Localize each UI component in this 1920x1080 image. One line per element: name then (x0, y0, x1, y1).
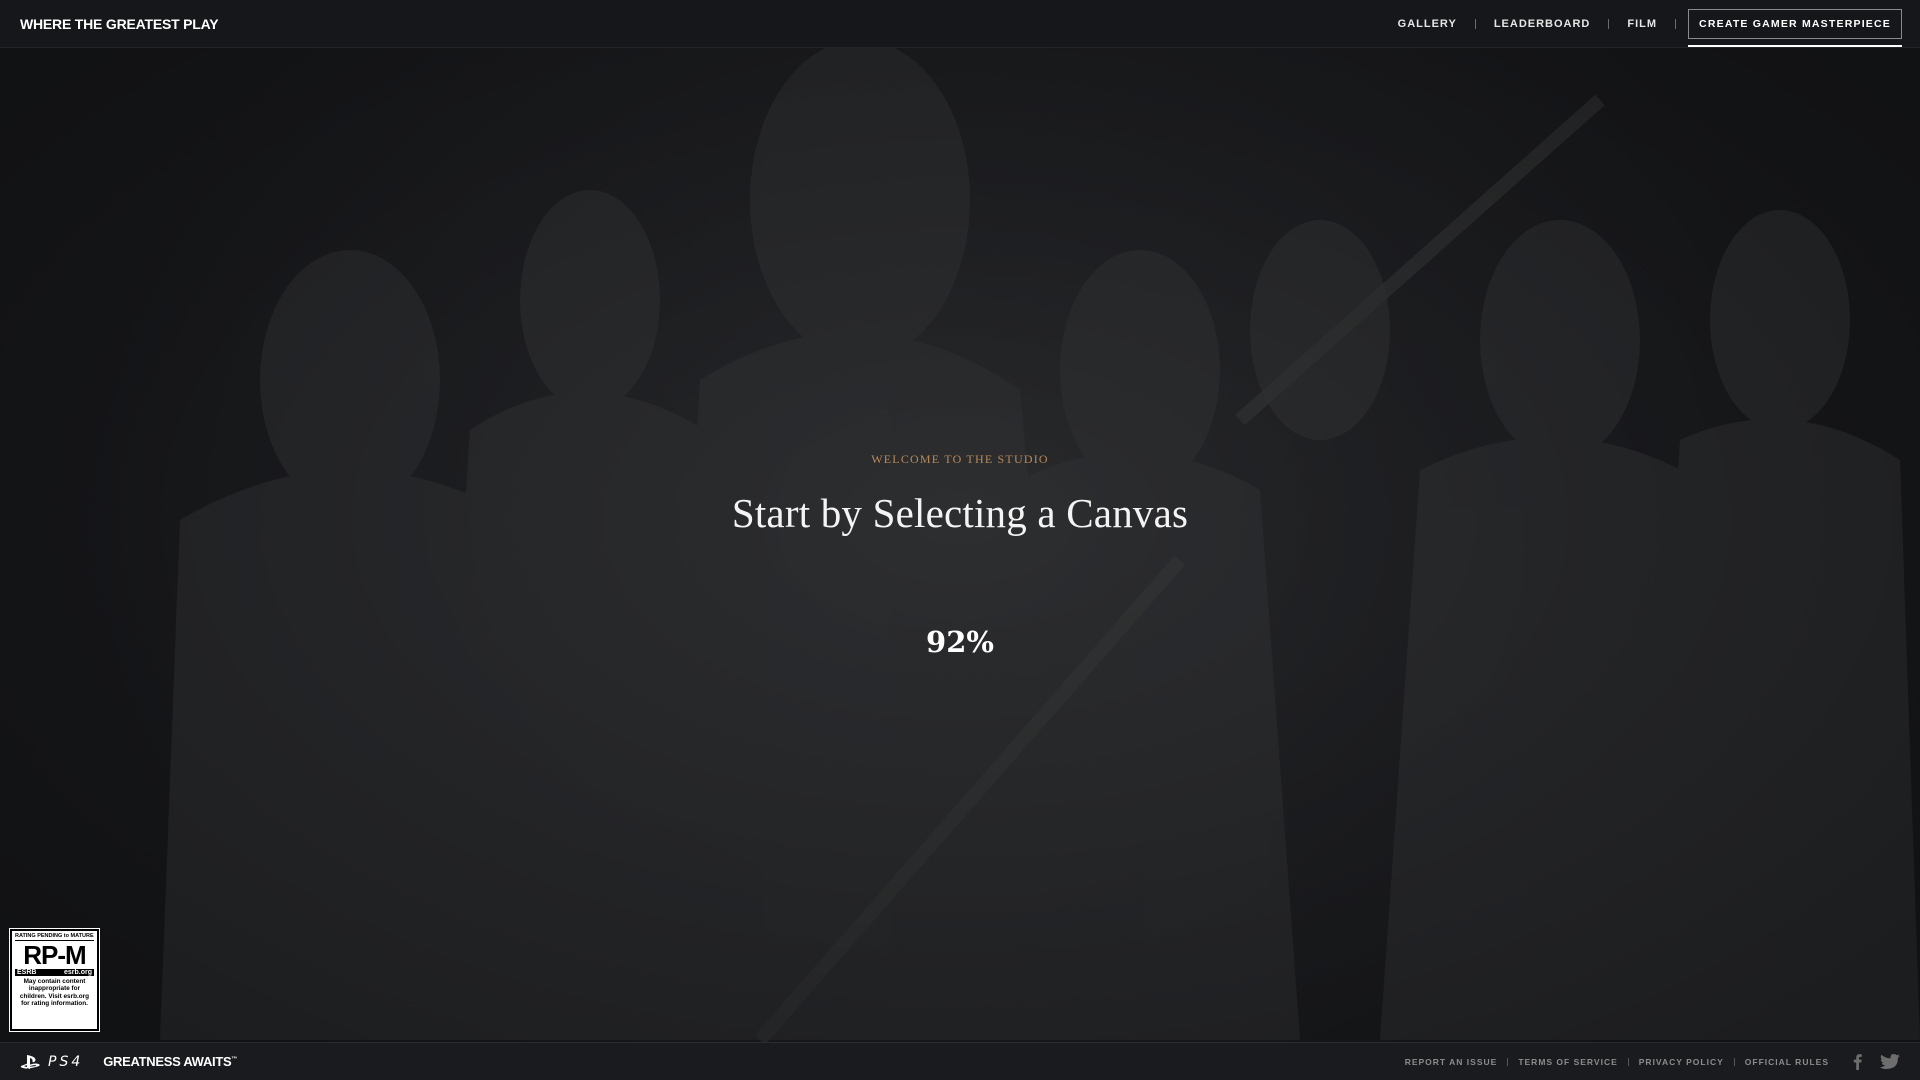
top-nav-bar: WHERE THE GREATEST PLAY GALLERY LEADERBO… (0, 0, 1920, 48)
main-nav: GALLERY LEADERBOARD FILM CREATE GAMER MA… (1380, 0, 1902, 48)
social-links (1853, 1053, 1900, 1070)
twitter-icon[interactable] (1880, 1053, 1900, 1070)
footer-bar: PS4 GREATNESS AWAITS™ REPORT AN ISSUE TE… (0, 1042, 1920, 1080)
create-masterpiece-button[interactable]: CREATE GAMER MASTERPIECE (1688, 8, 1902, 47)
esrb-description: May contain content inappropriate for ch… (19, 978, 90, 1008)
nav-leaderboard[interactable]: LEADERBOARD (1476, 18, 1609, 30)
nav-gallery[interactable]: GALLERY (1380, 18, 1475, 30)
tagline-text: GREATNESS AWAITS (103, 1054, 232, 1069)
esrb-brand: ESRB (17, 969, 37, 976)
report-issue-link[interactable]: REPORT AN ISSUE (1395, 1057, 1508, 1067)
brand-logo[interactable]: WHERE THE GREATEST PLAY (20, 16, 219, 32)
platform-label: PS4 (48, 1053, 84, 1070)
nav-divider (1675, 18, 1677, 29)
page-title: Start by Selecting a Canvas (731, 490, 1189, 536)
kicker-text: WELCOME TO THE STUDIO (871, 452, 1049, 466)
loading-percent: 92% (926, 625, 994, 659)
background-painting (0, 0, 1920, 1080)
footer-branding: PS4 GREATNESS AWAITS™ (20, 1054, 237, 1070)
esrb-site: esrb.org (63, 969, 92, 976)
esrb-rating-code: RP-M (23, 940, 86, 970)
terms-link[interactable]: TERMS OF SERVICE (1508, 1057, 1627, 1067)
playstation-icon (20, 1054, 40, 1069)
facebook-icon[interactable] (1853, 1053, 1862, 1070)
ps4-logo[interactable]: PS4 (20, 1054, 83, 1070)
rules-link[interactable]: OFFICIAL RULES (1735, 1057, 1839, 1067)
page: WHERE THE GREATEST PLAY GALLERY LEADERBO… (0, 0, 1920, 1080)
trademark-mark: ™ (231, 1056, 238, 1063)
privacy-link[interactable]: PRIVACY POLICY (1629, 1057, 1734, 1067)
esrb-brand-bar: ESRB esrb.org (15, 969, 94, 976)
studio-intro: WELCOME TO THE STUDIO Start by Selecting… (0, 452, 1920, 537)
tagline: GREATNESS AWAITS™ (103, 1054, 237, 1069)
footer-links: REPORT AN ISSUE TERMS OF SERVICE PRIVACY… (1395, 1053, 1900, 1070)
esrb-rating-badge: RATING PENDING to MATURE 17+ RP-M ESRB e… (9, 928, 100, 1032)
nav-film[interactable]: FILM (1609, 18, 1675, 30)
